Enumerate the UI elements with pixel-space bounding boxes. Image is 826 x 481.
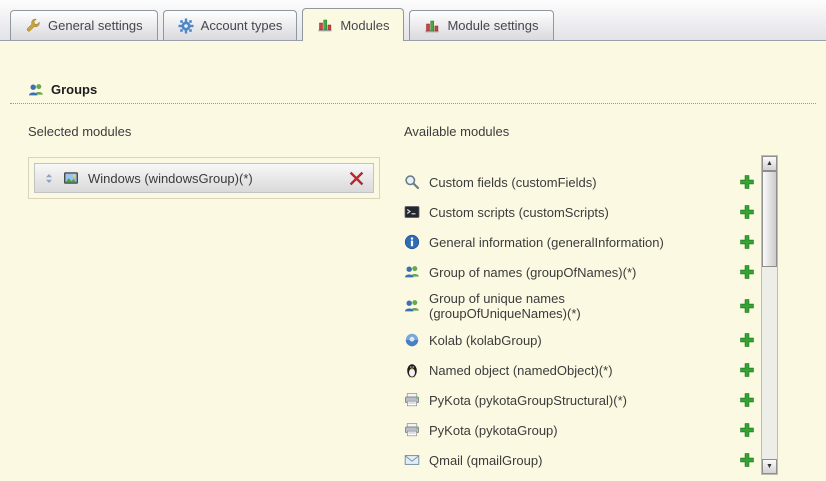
tabbar-divider	[0, 40, 826, 41]
list-item: Named object (namedObject)(*)	[404, 355, 761, 385]
module-label: Custom scripts (customScripts)	[429, 205, 609, 220]
add-module-button[interactable]	[739, 298, 755, 314]
selected-module-row[interactable]: Windows (windowsGroup)(*)	[34, 163, 374, 193]
module-label: PyKota (pykotaGroupStructural)(*)	[429, 393, 627, 408]
module-label: Custom fields (customFields)	[429, 175, 597, 190]
selected-modules-list: Windows (windowsGroup)(*)	[28, 157, 380, 199]
windows-module-icon	[63, 170, 79, 186]
wrench-icon	[25, 18, 41, 34]
remove-module-button[interactable]	[349, 171, 364, 186]
module-label: General information (generalInformation)	[429, 235, 664, 250]
module-label: PyKota (pykotaGroup)	[429, 423, 558, 438]
section-title: Groups	[51, 82, 97, 97]
add-module-button[interactable]	[739, 234, 755, 250]
module-label: Group of names (groupOfNames)(*)	[429, 265, 636, 280]
drag-handle-icon[interactable]	[44, 173, 54, 184]
add-module-button[interactable]	[739, 174, 755, 190]
list-item: Group of unique names (groupOfUniqueName…	[404, 287, 761, 325]
tab-modules[interactable]: Modules	[302, 8, 404, 41]
info-icon	[404, 234, 420, 250]
kolab-icon	[404, 332, 420, 348]
bar-chart-icon	[317, 17, 333, 33]
available-modules-list: Custom fields (customFields) Custom scri…	[404, 155, 761, 475]
mail-icon	[404, 452, 420, 468]
add-module-button[interactable]	[739, 452, 755, 468]
add-module-button[interactable]	[739, 332, 755, 348]
terminal-icon	[404, 204, 420, 220]
list-item: PyKota (pykotaGroup)	[404, 415, 761, 445]
list-item: Custom fields (customFields)	[404, 167, 761, 197]
printer-icon	[404, 392, 420, 408]
tab-account-types[interactable]: Account types	[163, 10, 298, 40]
list-item: Kolab (kolabGroup)	[404, 325, 761, 355]
list-item: Custom scripts (customScripts)	[404, 197, 761, 227]
penguin-icon	[404, 362, 420, 378]
available-modules-heading: Available modules	[404, 124, 509, 139]
tab-bar: General settings Account types Modules M…	[0, 0, 826, 40]
module-label: Qmail (qmailGroup)	[429, 453, 542, 468]
list-item: Group of names (groupOfNames)(*)	[404, 257, 761, 287]
groups-section-header: Groups	[10, 76, 816, 104]
groups-icon	[28, 82, 44, 98]
module-label: Group of unique names (groupOfUniqueName…	[429, 291, 697, 321]
tab-label: General settings	[48, 18, 143, 33]
magnifier-icon	[404, 174, 420, 190]
scroll-up-button[interactable]: ▲	[762, 156, 777, 171]
group-icon	[404, 298, 420, 314]
add-module-button[interactable]	[739, 264, 755, 280]
module-label: Named object (namedObject)(*)	[429, 363, 613, 378]
available-modules-panel: Custom fields (customFields) Custom scri…	[404, 155, 778, 475]
add-module-button[interactable]	[739, 422, 755, 438]
add-module-button[interactable]	[739, 362, 755, 378]
add-module-button[interactable]	[739, 204, 755, 220]
list-item: PyKota (pykotaGroupStructural)(*)	[404, 385, 761, 415]
tab-label: Account types	[201, 18, 283, 33]
selected-module-label: Windows (windowsGroup)(*)	[88, 171, 340, 186]
lam-configuration-page: General settings Account types Modules M…	[0, 0, 826, 481]
module-label: Kolab (kolabGroup)	[429, 333, 542, 348]
list-item: General information (generalInformation)	[404, 227, 761, 257]
scroll-down-button[interactable]: ▼	[762, 459, 777, 474]
list-item: Qmail (qmailGroup)	[404, 445, 761, 475]
tab-general-settings[interactable]: General settings	[10, 10, 158, 40]
bar-chart-icon	[424, 18, 440, 34]
selected-modules-heading: Selected modules	[28, 124, 131, 139]
gear-icon	[178, 18, 194, 34]
tab-module-settings[interactable]: Module settings	[409, 10, 553, 40]
scrollbar-thumb[interactable]	[762, 171, 777, 267]
group-icon	[404, 264, 420, 280]
add-module-button[interactable]	[739, 392, 755, 408]
tab-label: Modules	[340, 18, 389, 33]
scrollbar[interactable]: ▲ ▼	[761, 155, 778, 475]
tab-label: Module settings	[447, 18, 538, 33]
printer-icon	[404, 422, 420, 438]
